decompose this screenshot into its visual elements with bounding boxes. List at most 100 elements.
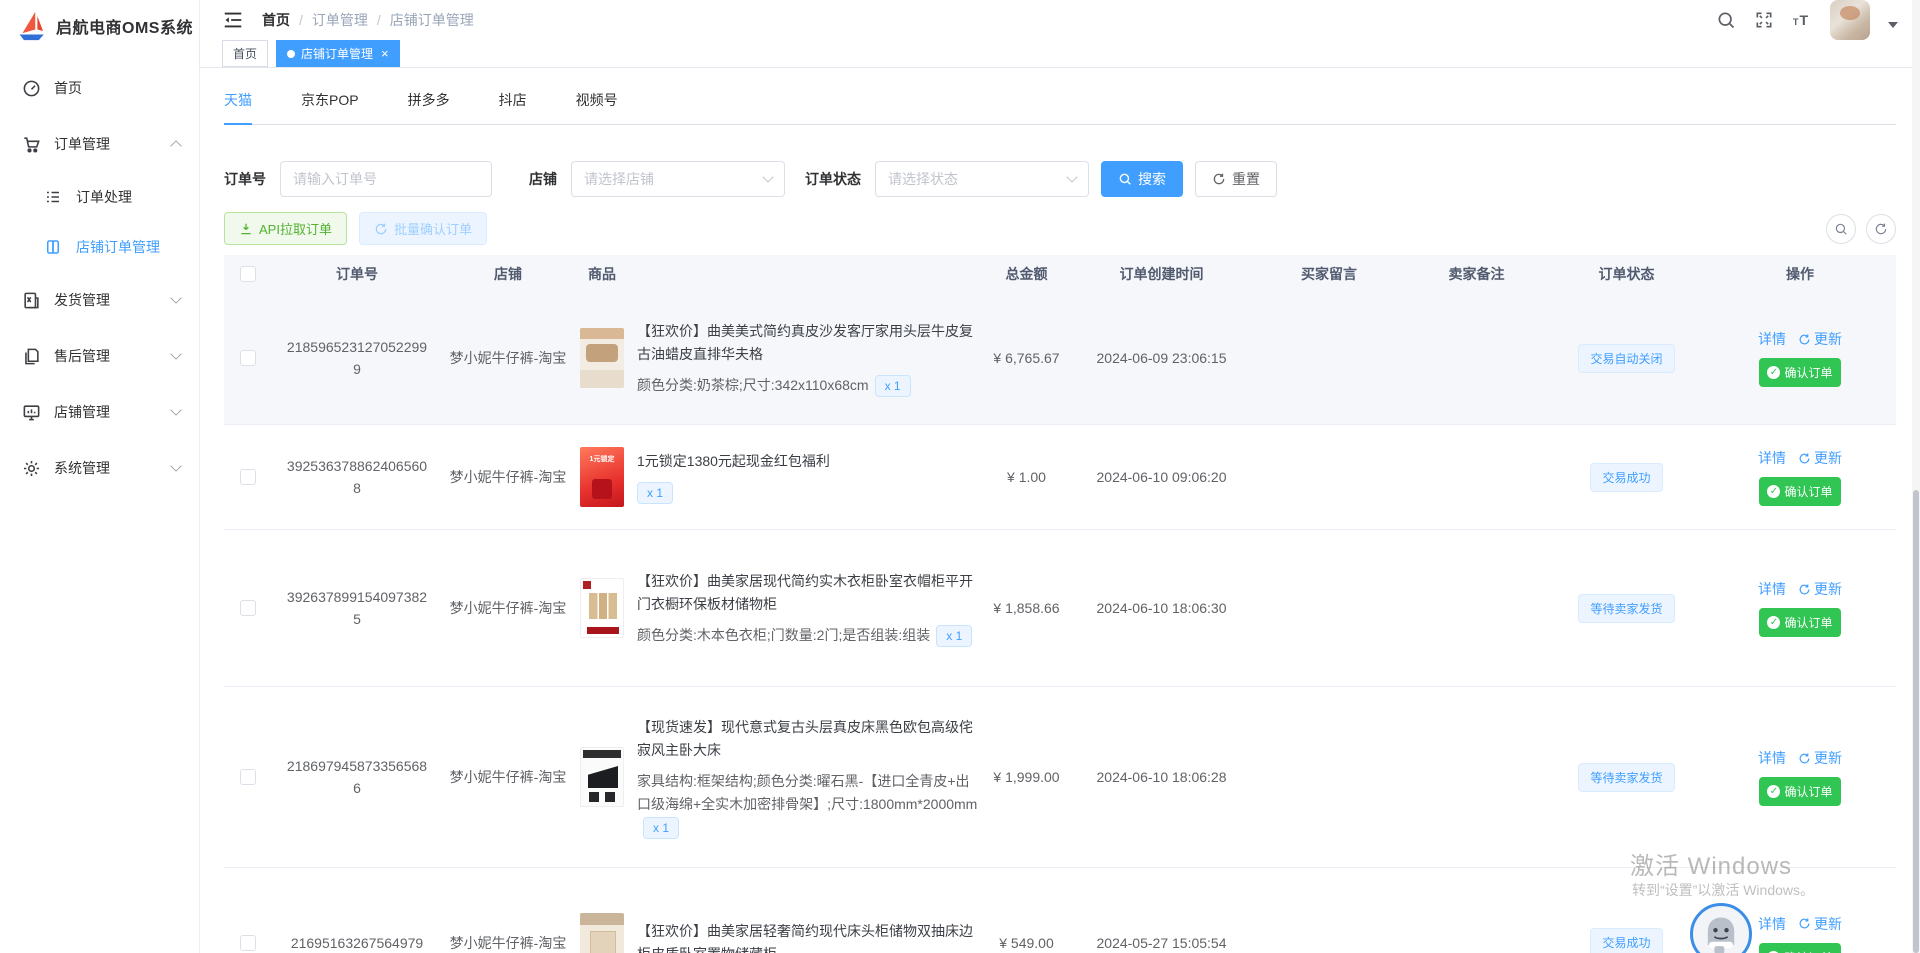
close-icon[interactable]: × (381, 47, 389, 60)
font-size-icon[interactable]: TT (1792, 10, 1812, 30)
fold-sidebar-icon[interactable] (222, 9, 244, 31)
search-button[interactable]: 搜索 (1101, 161, 1183, 197)
tab-tmall[interactable]: 天猫 (224, 90, 252, 124)
app-root: 启航电商OMS系统 首页 订单管理 订单处理 (0, 0, 1920, 953)
confirm-order-button[interactable]: ✓ 确认订单 (1759, 608, 1840, 637)
col-amount: 总金额 (984, 264, 1069, 284)
chevron-down-icon (762, 171, 773, 182)
row-checkbox[interactable] (240, 600, 256, 616)
sidebar-item-shop-management[interactable]: 店铺管理 (0, 384, 199, 440)
product-spec: 颜色分类:奶茶棕;尺寸:342x110x68cm (637, 377, 869, 393)
update-link[interactable]: 更新 (1798, 448, 1842, 468)
breadcrumb-order-management[interactable]: 订单管理 (312, 10, 368, 30)
detail-link[interactable]: 详情 (1758, 748, 1786, 768)
topbar-actions: TT (1716, 0, 1898, 40)
col-seller-note: 卖家备注 (1404, 264, 1549, 284)
table-row: 3925363788624065608 梦小妮牛仔裤-淘宝 1元锁定 1元锁定1… (224, 425, 1896, 530)
sidebar-item-shipping-management[interactable]: 发货管理 (0, 272, 199, 328)
tag-home[interactable]: 首页 (222, 40, 268, 67)
batch-confirm-orders-button[interactable]: 批量确认订单 (359, 212, 487, 245)
product-title: 【现货速发】现代意式复古头层真皮床黑色欧包高级侘寂风主卧大床 (637, 716, 978, 762)
check-circle-icon: ✓ (1767, 485, 1780, 498)
search-icon[interactable] (1716, 10, 1736, 30)
confirm-order-button[interactable]: ✓ 确认订单 (1759, 477, 1840, 506)
sidebar-menu: 首页 订单管理 订单处理 店铺订单管理 (0, 52, 199, 496)
scrollbar-track (1912, 0, 1920, 953)
avatar[interactable] (1830, 0, 1870, 40)
shop-label: 店铺 (529, 169, 557, 189)
shop-name: 梦小妮牛仔裤-淘宝 (442, 467, 574, 487)
tab-pinduoduo[interactable]: 拼多多 (408, 90, 450, 124)
product-title: 【狂欢价】曲美家居现代简约实木衣柜卧室衣帽柜平开门衣橱环保板材储物柜 (637, 570, 978, 616)
sidebar: 启航电商OMS系统 首页 订单管理 订单处理 (0, 0, 200, 953)
table-refresh-button[interactable] (1866, 214, 1896, 244)
sidebar-item-aftersale-management[interactable]: 售后管理 (0, 328, 199, 384)
check-circle-icon: ✓ (1767, 785, 1780, 798)
update-link[interactable]: 更新 (1798, 579, 1842, 599)
order-no: 21695163267564979 (291, 932, 423, 953)
detail-link[interactable]: 详情 (1758, 579, 1786, 599)
tab-douyin[interactable]: 抖店 (499, 90, 527, 124)
update-link[interactable]: 更新 (1798, 329, 1842, 349)
breadcrumb-home[interactable]: 首页 (262, 10, 290, 30)
confirm-order-button[interactable]: ✓ 确认订单 (1759, 358, 1840, 387)
row-checkbox[interactable] (240, 350, 256, 366)
order-created-at: 2024-06-10 18:06:28 (1069, 769, 1254, 785)
scrollbar-thumb[interactable] (1913, 490, 1919, 953)
order-amount: ¥ 1,999.00 (984, 769, 1069, 785)
status-badge: 交易自动关闭 (1578, 344, 1674, 373)
product-spec: 颜色分类:木本色衣柜;门数量:2门;是否组装:组装 (637, 627, 930, 643)
sidebar-item-home[interactable]: 首页 (0, 60, 199, 116)
col-buyer-message: 买家留言 (1254, 264, 1404, 284)
product-title: 【狂欢价】曲美美式简约真皮沙发客厅家用头层牛皮复古油蜡皮直排华夫格 (637, 320, 978, 366)
sidebar-item-order-processing[interactable]: 订单处理 (0, 172, 199, 222)
tagbar: 首页 店铺订单管理 × (200, 40, 1920, 68)
row-checkbox[interactable] (240, 935, 256, 951)
app-logo: 启航电商OMS系统 (0, 0, 199, 52)
caret-down-icon[interactable] (1888, 22, 1898, 28)
main-area: 首页 / 订单管理 / 店铺订单管理 TT (200, 0, 1920, 953)
table-toolbar: API拉取订单 批量确认订单 (224, 212, 1896, 245)
status-badge: 交易成功 (1590, 928, 1662, 953)
fullscreen-icon[interactable] (1754, 10, 1774, 30)
sidebar-item-order-management[interactable]: 订单管理 (0, 116, 199, 172)
order-no-input[interactable] (280, 161, 492, 197)
tab-video-channel[interactable]: 视频号 (576, 90, 618, 124)
product-image (580, 578, 624, 638)
detail-link[interactable]: 详情 (1758, 914, 1786, 934)
sidebar-item-shop-order-management[interactable]: 店铺订单管理 (0, 222, 199, 272)
row-checkbox[interactable] (240, 769, 256, 785)
table-search-toggle-button[interactable] (1826, 214, 1856, 244)
table-header: 订单号 店铺 商品 总金额 订单创建时间 买家留言 卖家备注 订单状态 操作 (224, 255, 1896, 292)
tab-jd-pop[interactable]: 京东POP (301, 90, 359, 124)
update-link[interactable]: 更新 (1798, 914, 1842, 934)
status-badge: 等待卖家发货 (1578, 594, 1674, 623)
update-link[interactable]: 更新 (1798, 748, 1842, 768)
quantity-badge: x 1 (637, 482, 673, 504)
copy-doc-icon (22, 346, 42, 366)
robot-icon (1699, 912, 1743, 953)
refresh-icon (374, 222, 388, 236)
confirm-order-button[interactable]: ✓ 确认订单 (1759, 777, 1840, 806)
sidebar-item-system-management[interactable]: 系统管理 (0, 440, 199, 496)
shop-select[interactable]: 请选择店铺 (571, 161, 785, 197)
cart-icon (22, 134, 42, 154)
tag-shop-order-management[interactable]: 店铺订单管理 × (276, 40, 400, 67)
select-all-checkbox[interactable] (240, 266, 256, 282)
order-status-select[interactable]: 请选择状态 (875, 161, 1089, 197)
chevron-down-icon (1066, 171, 1077, 182)
chevron-down-icon (170, 348, 181, 359)
order-amount: ¥ 1.00 (984, 469, 1069, 485)
row-checkbox[interactable] (240, 469, 256, 485)
shop-name: 梦小妮牛仔裤-淘宝 (442, 933, 574, 953)
filter-bar: 订单号 店铺 请选择店铺 订单状态 请选择状态 搜索 (224, 161, 1896, 197)
api-pull-orders-button[interactable]: API拉取订单 (224, 212, 347, 245)
search-icon (1834, 222, 1848, 236)
windows-activate-watermark-sub: 转到“设置”以激活 Windows。 (1632, 880, 1814, 900)
detail-link[interactable]: 详情 (1758, 329, 1786, 349)
confirm-order-button[interactable]: ✓ 确认订单 (1759, 943, 1840, 953)
reset-button[interactable]: 重置 (1195, 161, 1277, 197)
product-image (580, 747, 624, 807)
col-actions: 操作 (1704, 264, 1896, 284)
detail-link[interactable]: 详情 (1758, 448, 1786, 468)
